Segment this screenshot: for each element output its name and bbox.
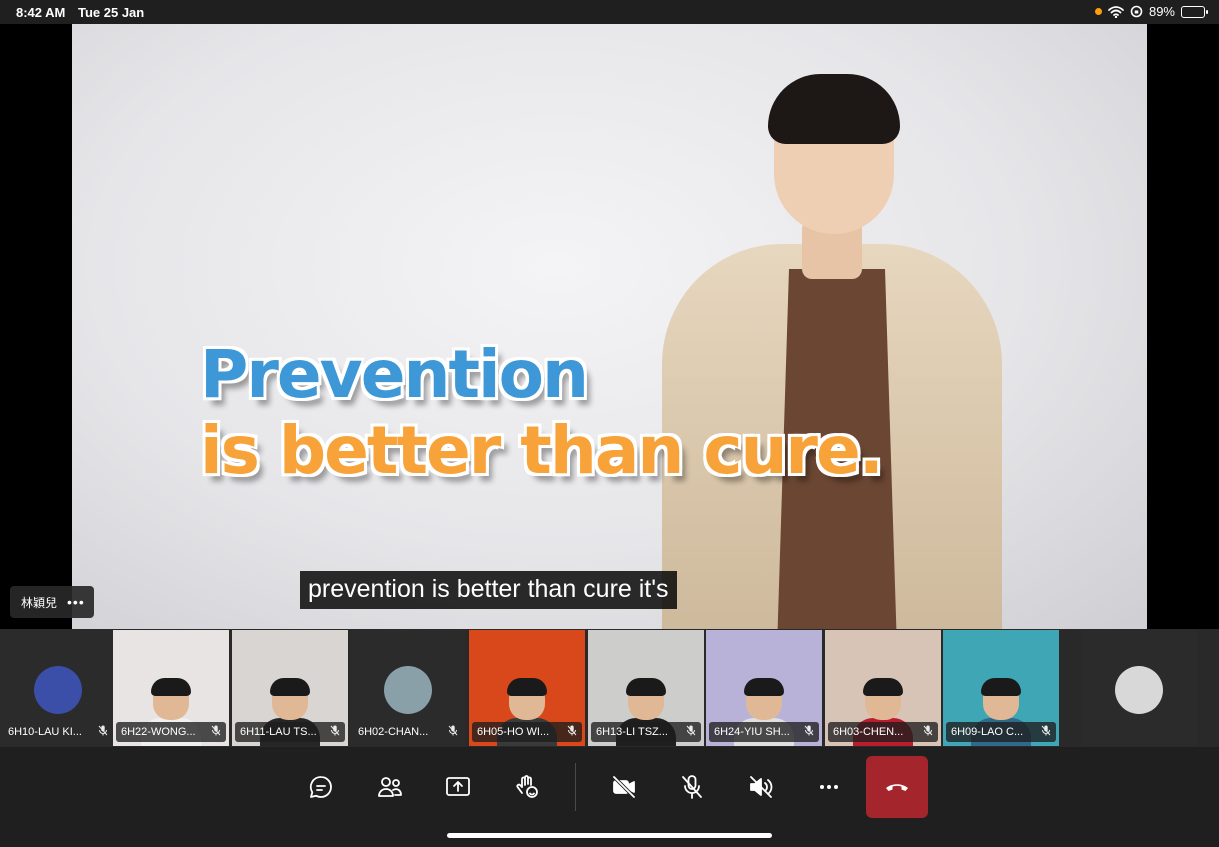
participant-name: 6H03-CHEN... — [833, 726, 904, 738]
participant-name-label: 6H09-LAO C... — [946, 722, 1056, 742]
participant-tile[interactable]: 6H09-LAO C... — [943, 630, 1059, 746]
more-options-icon[interactable]: ••• — [67, 594, 85, 610]
participant-tile[interactable]: 6H02-CHAN... — [350, 630, 466, 746]
status-bar: 8:42 AM Tue 25 Jan 89% — [0, 0, 1219, 24]
camera-off-icon — [612, 775, 636, 799]
mic-toggle-button[interactable] — [661, 759, 723, 815]
participant-tile[interactable] — [1081, 630, 1197, 746]
participant-tile[interactable]: 6H05-HO WI... — [469, 630, 585, 746]
muted-mic-icon — [686, 725, 696, 739]
participant-name-label: 6H13-LI TSZ... — [591, 722, 701, 742]
avatar — [384, 666, 432, 714]
muted-mic-icon — [211, 725, 221, 739]
people-icon — [378, 777, 402, 797]
muted-mic-icon — [1041, 725, 1051, 739]
raise-hand-icon — [516, 775, 538, 798]
mic-off-icon — [682, 775, 702, 799]
participant-name: 6H09-LAO C... — [951, 726, 1024, 738]
wifi-icon — [1108, 5, 1124, 18]
more-button[interactable] — [798, 759, 860, 815]
muted-mic-icon — [923, 725, 933, 739]
participant-name-label: 6H22-WONG... — [116, 722, 226, 742]
participant-name: 6H24-YIU SH... — [714, 726, 790, 738]
share-screen-button[interactable] — [427, 759, 489, 815]
battery-icon — [1181, 5, 1208, 18]
participant-name-label: 6H10-LAU KI... — [3, 722, 113, 742]
participant-name-label: 6H05-HO WI... — [472, 722, 582, 742]
participant-tile[interactable]: 6H10-LAU KI... — [0, 630, 116, 746]
share-screen-icon — [446, 777, 470, 796]
avatar — [1115, 666, 1163, 714]
participant-tile[interactable]: 6H24-YIU SH... — [706, 630, 822, 746]
participant-name: 6H22-WONG... — [121, 726, 196, 738]
live-caption: prevention is better than cure it's — [300, 571, 677, 609]
chat-icon — [309, 776, 332, 798]
speaker-off-icon — [750, 776, 773, 798]
headline-line2: is better than cure. — [200, 412, 884, 489]
more-icon — [820, 785, 838, 789]
shared-video[interactable]: Prevention is better than cure. — [72, 24, 1147, 629]
mic-in-use-indicator — [1094, 8, 1102, 15]
presenter-name: 林穎兒 — [21, 595, 58, 610]
status-date: Tue 25 Jan — [78, 5, 145, 20]
participant-name: 6H11-LAU TS... — [240, 726, 317, 738]
muted-mic-icon — [804, 725, 814, 739]
reactions-button[interactable] — [496, 759, 558, 815]
participant-name: 6H05-HO WI... — [477, 726, 550, 738]
participant-tile[interactable]: 6H03-CHEN... — [825, 630, 941, 746]
controls-divider — [575, 763, 576, 811]
muted-mic-icon — [330, 725, 340, 739]
participant-name-label: 6H03-CHEN... — [828, 722, 938, 742]
chat-button[interactable] — [290, 759, 352, 815]
participant-name-label: 6H24-YIU SH... — [709, 722, 819, 742]
presenter-figure — [662, 74, 1022, 629]
muted-mic-icon — [98, 725, 108, 739]
call-controls — [0, 747, 1219, 847]
participant-name: 6H13-LI TSZ... — [596, 726, 668, 738]
avatar — [34, 666, 82, 714]
participant-strip[interactable]: 6H10-LAU KI... 6H22-WONG... 6H11-LAU TS...… — [0, 629, 1219, 747]
muted-mic-icon — [448, 725, 458, 739]
participant-tile[interactable]: 6H13-LI TSZ... — [588, 630, 704, 746]
people-button[interactable] — [359, 759, 421, 815]
participant-name-label: 6H02-CHAN... — [353, 722, 463, 742]
orientation-lock-icon — [1130, 5, 1143, 18]
status-indicators: 89% — [1094, 4, 1208, 19]
participant-name: 6H10-LAU KI... — [8, 726, 82, 738]
headline-line1: Prevention — [200, 336, 589, 413]
camera-toggle-button[interactable] — [593, 759, 655, 815]
presenter-name-tag[interactable]: 林穎兒 ••• — [10, 586, 94, 618]
status-time: 8:42 AM — [16, 5, 66, 20]
hang-up-icon — [886, 784, 908, 791]
muted-mic-icon — [567, 725, 577, 739]
participant-tile[interactable]: 6H11-LAU TS... — [232, 630, 348, 746]
participant-tile[interactable]: 6H22-WONG... — [113, 630, 229, 746]
home-indicator[interactable] — [447, 833, 772, 838]
participant-name-label: 6H11-LAU TS... — [235, 722, 345, 742]
leave-call-button[interactable] — [866, 756, 928, 818]
participant-name: 6H02-CHAN... — [358, 726, 429, 738]
battery-percent: 89% — [1148, 4, 1175, 19]
speaker-toggle-button[interactable] — [730, 759, 792, 815]
main-stage[interactable]: Prevention is better than cure. preventi… — [0, 24, 1219, 629]
